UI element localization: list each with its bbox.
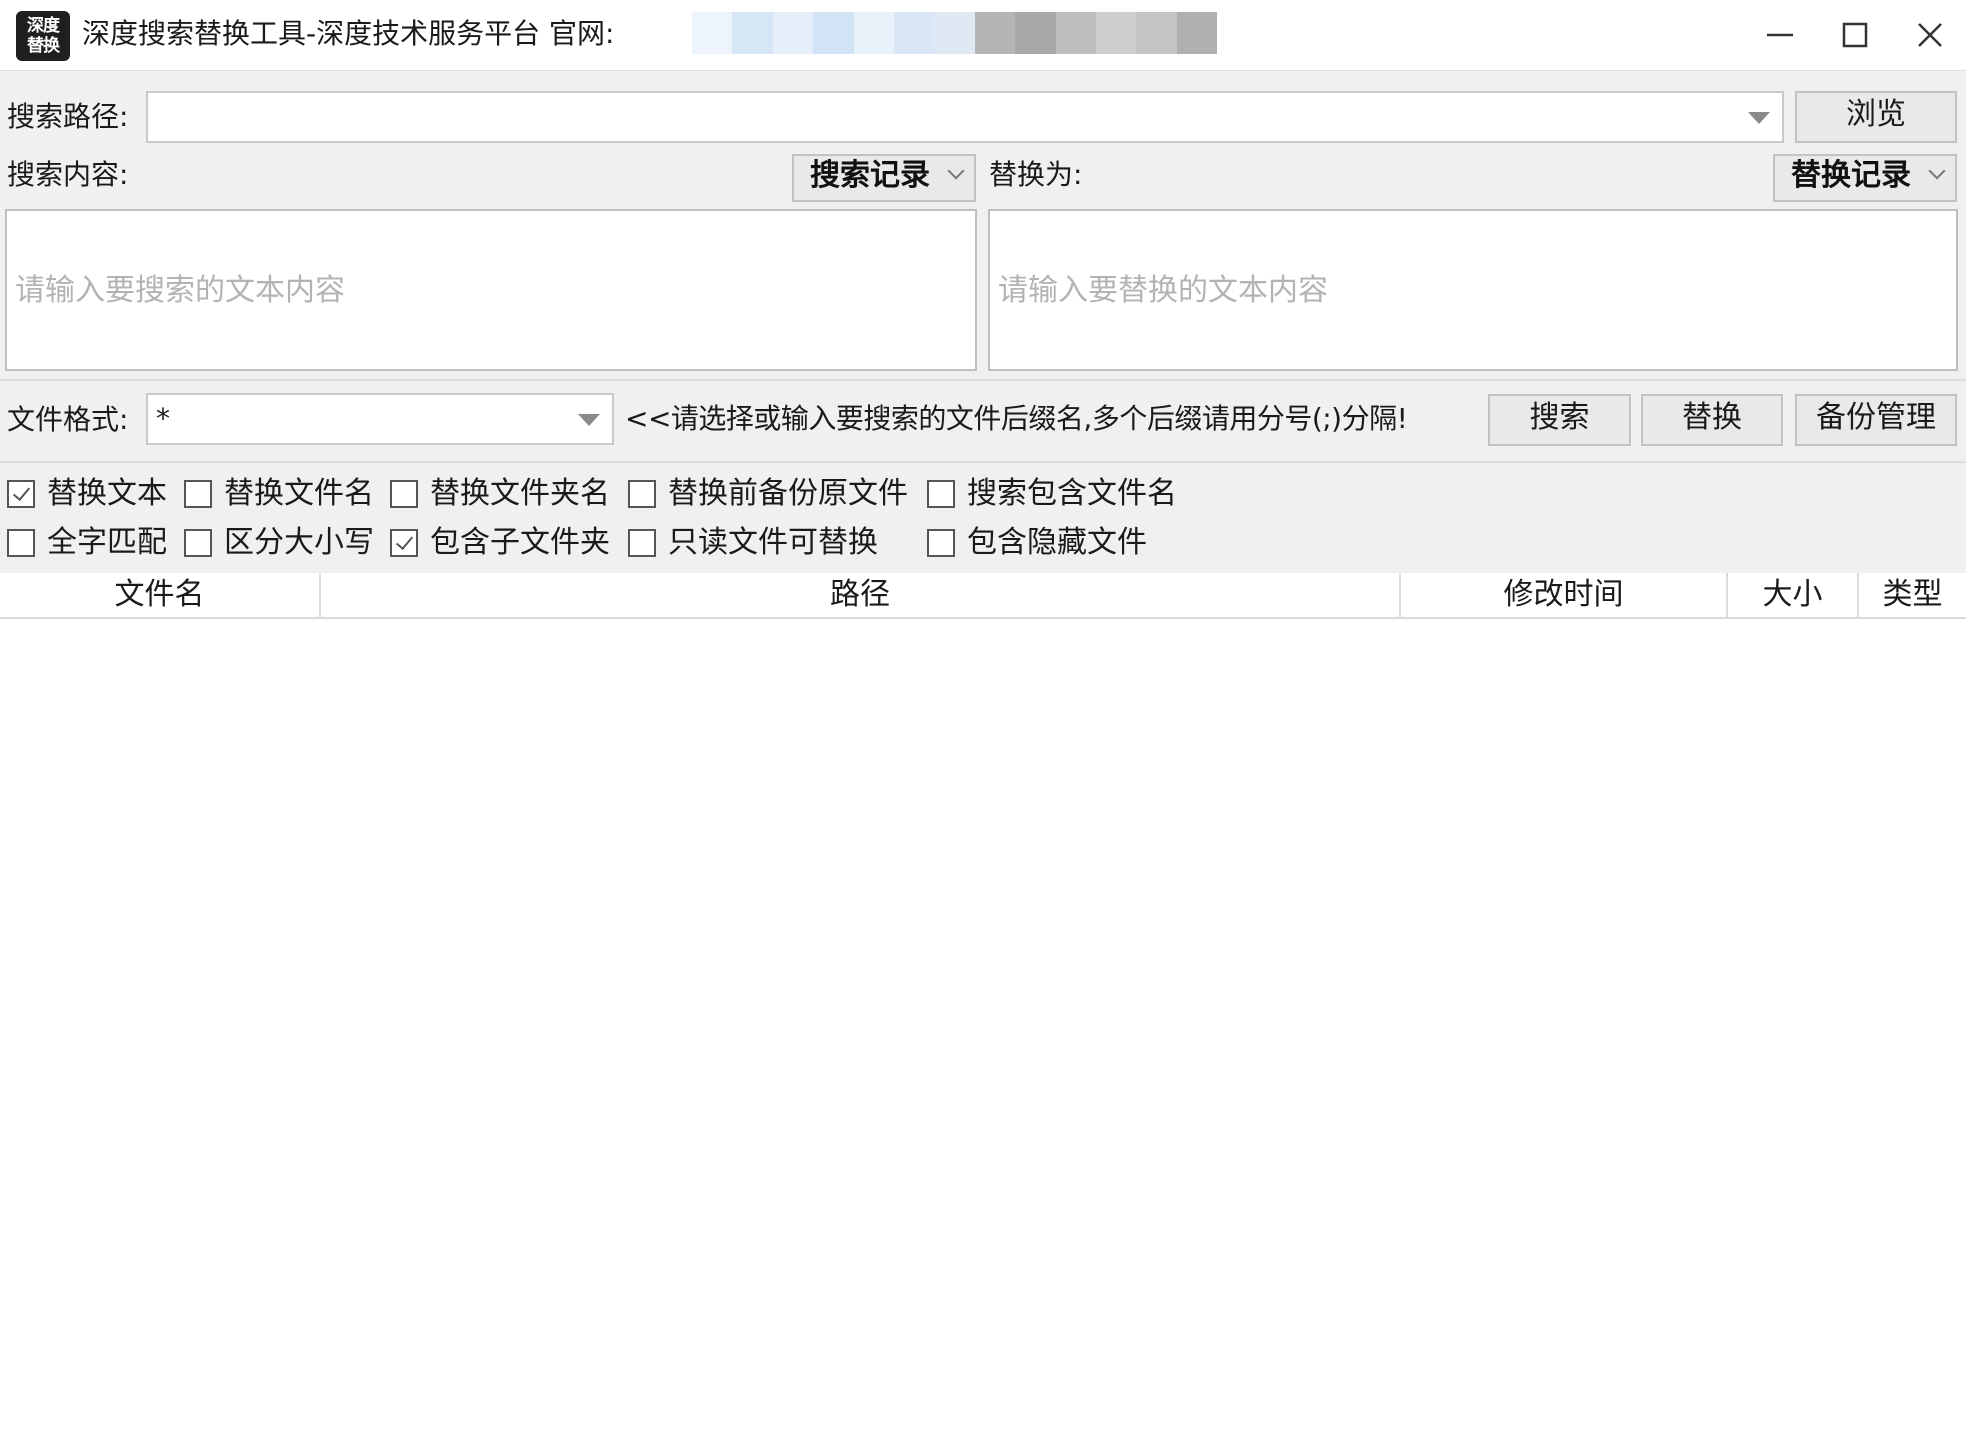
checkbox[interactable]: [184, 529, 212, 557]
dropdown-arrow-icon[interactable]: [578, 414, 600, 426]
search-button[interactable]: 搜索: [1488, 394, 1631, 446]
option-label: 替换前备份原文件: [668, 476, 908, 511]
close-icon: [1917, 23, 1942, 47]
backup-manage-button[interactable]: 备份管理: [1795, 394, 1957, 446]
option-whole-word[interactable]: 全字匹配: [7, 523, 167, 563]
option-label: 全字匹配: [47, 525, 167, 560]
redacted-url: [692, 12, 1218, 54]
browse-button[interactable]: 浏览: [1795, 91, 1957, 143]
option-readonly-replace[interactable]: 只读文件可替换: [628, 523, 878, 563]
option-replace-filename[interactable]: 替换文件名: [184, 474, 374, 514]
option-case-sensitive[interactable]: 区分大小写: [184, 523, 374, 563]
close-button[interactable]: [1892, 0, 1966, 70]
dropdown-arrow-icon[interactable]: [1748, 112, 1770, 124]
checkbox[interactable]: [927, 480, 955, 508]
option-include-subfolders[interactable]: 包含子文件夹: [390, 523, 610, 563]
replace-content-placeholder: 请输入要替换的文本内容: [998, 273, 1328, 308]
option-replace-text[interactable]: 替换文本: [7, 474, 167, 514]
checkbox[interactable]: [7, 529, 35, 557]
search-content-label: 搜索内容:: [7, 158, 129, 191]
app-logo: 深度 替换: [16, 11, 70, 61]
chevron-down-icon: [947, 162, 965, 180]
column-header-path[interactable]: 路径: [321, 573, 1401, 617]
checkbox-checked[interactable]: [390, 529, 418, 557]
control-panel: 搜索路径: 浏览 搜索内容: 搜索记录 替换为: 替换记录 请输入要搜索的文本内…: [0, 70, 1966, 573]
maximize-icon: [1842, 22, 1867, 48]
checkbox[interactable]: [927, 529, 955, 557]
replace-history-button[interactable]: 替换记录: [1773, 154, 1957, 202]
column-header-type[interactable]: 类型: [1859, 573, 1966, 617]
app-logo-line1: 深度: [27, 16, 60, 36]
replace-content-textarea[interactable]: 请输入要替换的文本内容: [988, 209, 1958, 371]
option-label: 区分大小写: [224, 525, 374, 560]
option-replace-foldername[interactable]: 替换文件夹名: [390, 474, 610, 514]
replace-history-label: 替换记录: [1791, 158, 1911, 193]
option-label: 包含隐藏文件: [967, 525, 1147, 560]
maximize-button[interactable]: [1817, 0, 1892, 70]
window-title: 深度搜索替换工具-深度技术服务平台 官网:: [82, 17, 615, 50]
search-history-button[interactable]: 搜索记录: [792, 154, 976, 202]
minimize-button[interactable]: [1742, 0, 1817, 70]
checkbox-checked[interactable]: [7, 480, 35, 508]
app-logo-line2: 替换: [27, 36, 60, 56]
results-table[interactable]: 文件名 路径 修改时间 大小 类型: [0, 573, 1966, 1450]
option-include-hidden[interactable]: 包含隐藏文件: [927, 523, 1147, 563]
file-format-combobox[interactable]: *: [146, 393, 614, 445]
option-label: 替换文本: [47, 476, 167, 511]
chevron-down-icon: [1928, 162, 1946, 180]
title-bar: 深度 替换 深度搜索替换工具-深度技术服务平台 官网:: [0, 0, 1966, 70]
option-backup-before-replace[interactable]: 替换前备份原文件: [628, 474, 908, 514]
search-history-label: 搜索记录: [810, 158, 930, 193]
option-search-filename[interactable]: 搜索包含文件名: [927, 474, 1177, 514]
column-header-filename[interactable]: 文件名: [0, 573, 321, 617]
checkbox[interactable]: [184, 480, 212, 508]
replace-content-label: 替换为:: [989, 158, 1083, 191]
file-format-value: *: [156, 402, 170, 435]
search-content-placeholder: 请输入要搜索的文本内容: [15, 273, 345, 308]
column-header-modified-time[interactable]: 修改时间: [1401, 573, 1728, 617]
file-format-hint: <<请选择或输入要搜索的文件后缀名,多个后缀请用分号(;)分隔!: [625, 402, 1408, 435]
option-label: 替换文件夹名: [430, 476, 610, 511]
column-header-size[interactable]: 大小: [1728, 573, 1859, 617]
option-label: 只读文件可替换: [668, 525, 878, 560]
divider: [0, 379, 1966, 381]
checkbox[interactable]: [628, 480, 656, 508]
option-label: 搜索包含文件名: [967, 476, 1177, 511]
checkbox[interactable]: [390, 480, 418, 508]
search-content-textarea[interactable]: 请输入要搜索的文本内容: [5, 209, 977, 371]
option-label: 包含子文件夹: [430, 525, 610, 560]
file-format-label: 文件格式:: [7, 403, 129, 436]
search-path-label: 搜索路径:: [7, 100, 129, 133]
divider: [0, 461, 1966, 463]
search-path-combobox[interactable]: [146, 91, 1784, 143]
minimize-icon: [1766, 33, 1793, 37]
replace-button[interactable]: 替换: [1641, 394, 1783, 446]
option-label: 替换文件名: [224, 476, 374, 511]
table-header: 文件名 路径 修改时间 大小 类型: [0, 573, 1966, 619]
checkbox[interactable]: [628, 529, 656, 557]
